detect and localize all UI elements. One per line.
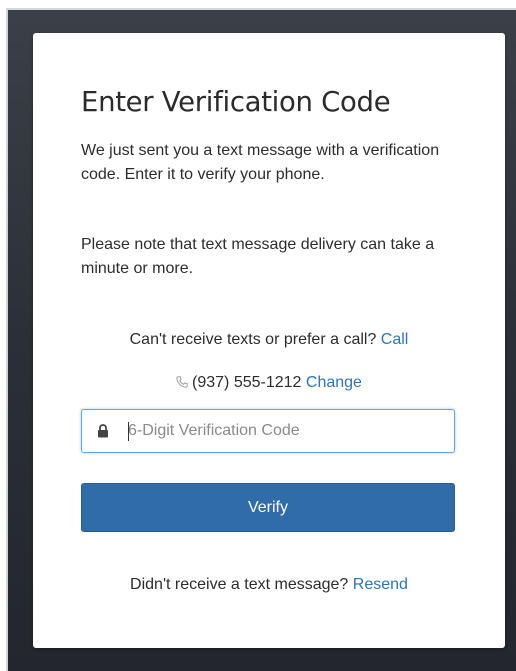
lock-icon xyxy=(98,424,108,438)
phone-number: (937) 555-1212 xyxy=(192,374,302,391)
verification-code-field[interactable] xyxy=(81,409,455,453)
resend-prompt-text: Didn't receive a text message? xyxy=(130,576,349,593)
verify-button[interactable]: Verify xyxy=(81,483,455,532)
call-link[interactable]: Call xyxy=(381,331,409,348)
verification-code-input[interactable] xyxy=(128,410,448,452)
resend-line: Didn't receive a text message? Resend xyxy=(33,576,505,594)
phone-icon xyxy=(176,376,188,388)
call-prompt-text: Can't receive texts or prefer a call? xyxy=(129,331,377,348)
verification-dialog: Enter Verification Code We just sent you… xyxy=(33,33,505,648)
dialog-title: Enter Verification Code xyxy=(81,86,391,118)
delivery-note-text: Please note that text message delivery c… xyxy=(81,236,435,277)
change-phone-link[interactable]: Change xyxy=(306,374,362,391)
sent-message-text: We just sent you a text message with a v… xyxy=(81,142,440,183)
phone-line: (937) 555-1212 Change xyxy=(33,374,505,392)
text-caret xyxy=(128,422,129,441)
resend-link[interactable]: Resend xyxy=(353,576,408,593)
call-option-line: Can't receive texts or prefer a call? Ca… xyxy=(33,331,505,349)
